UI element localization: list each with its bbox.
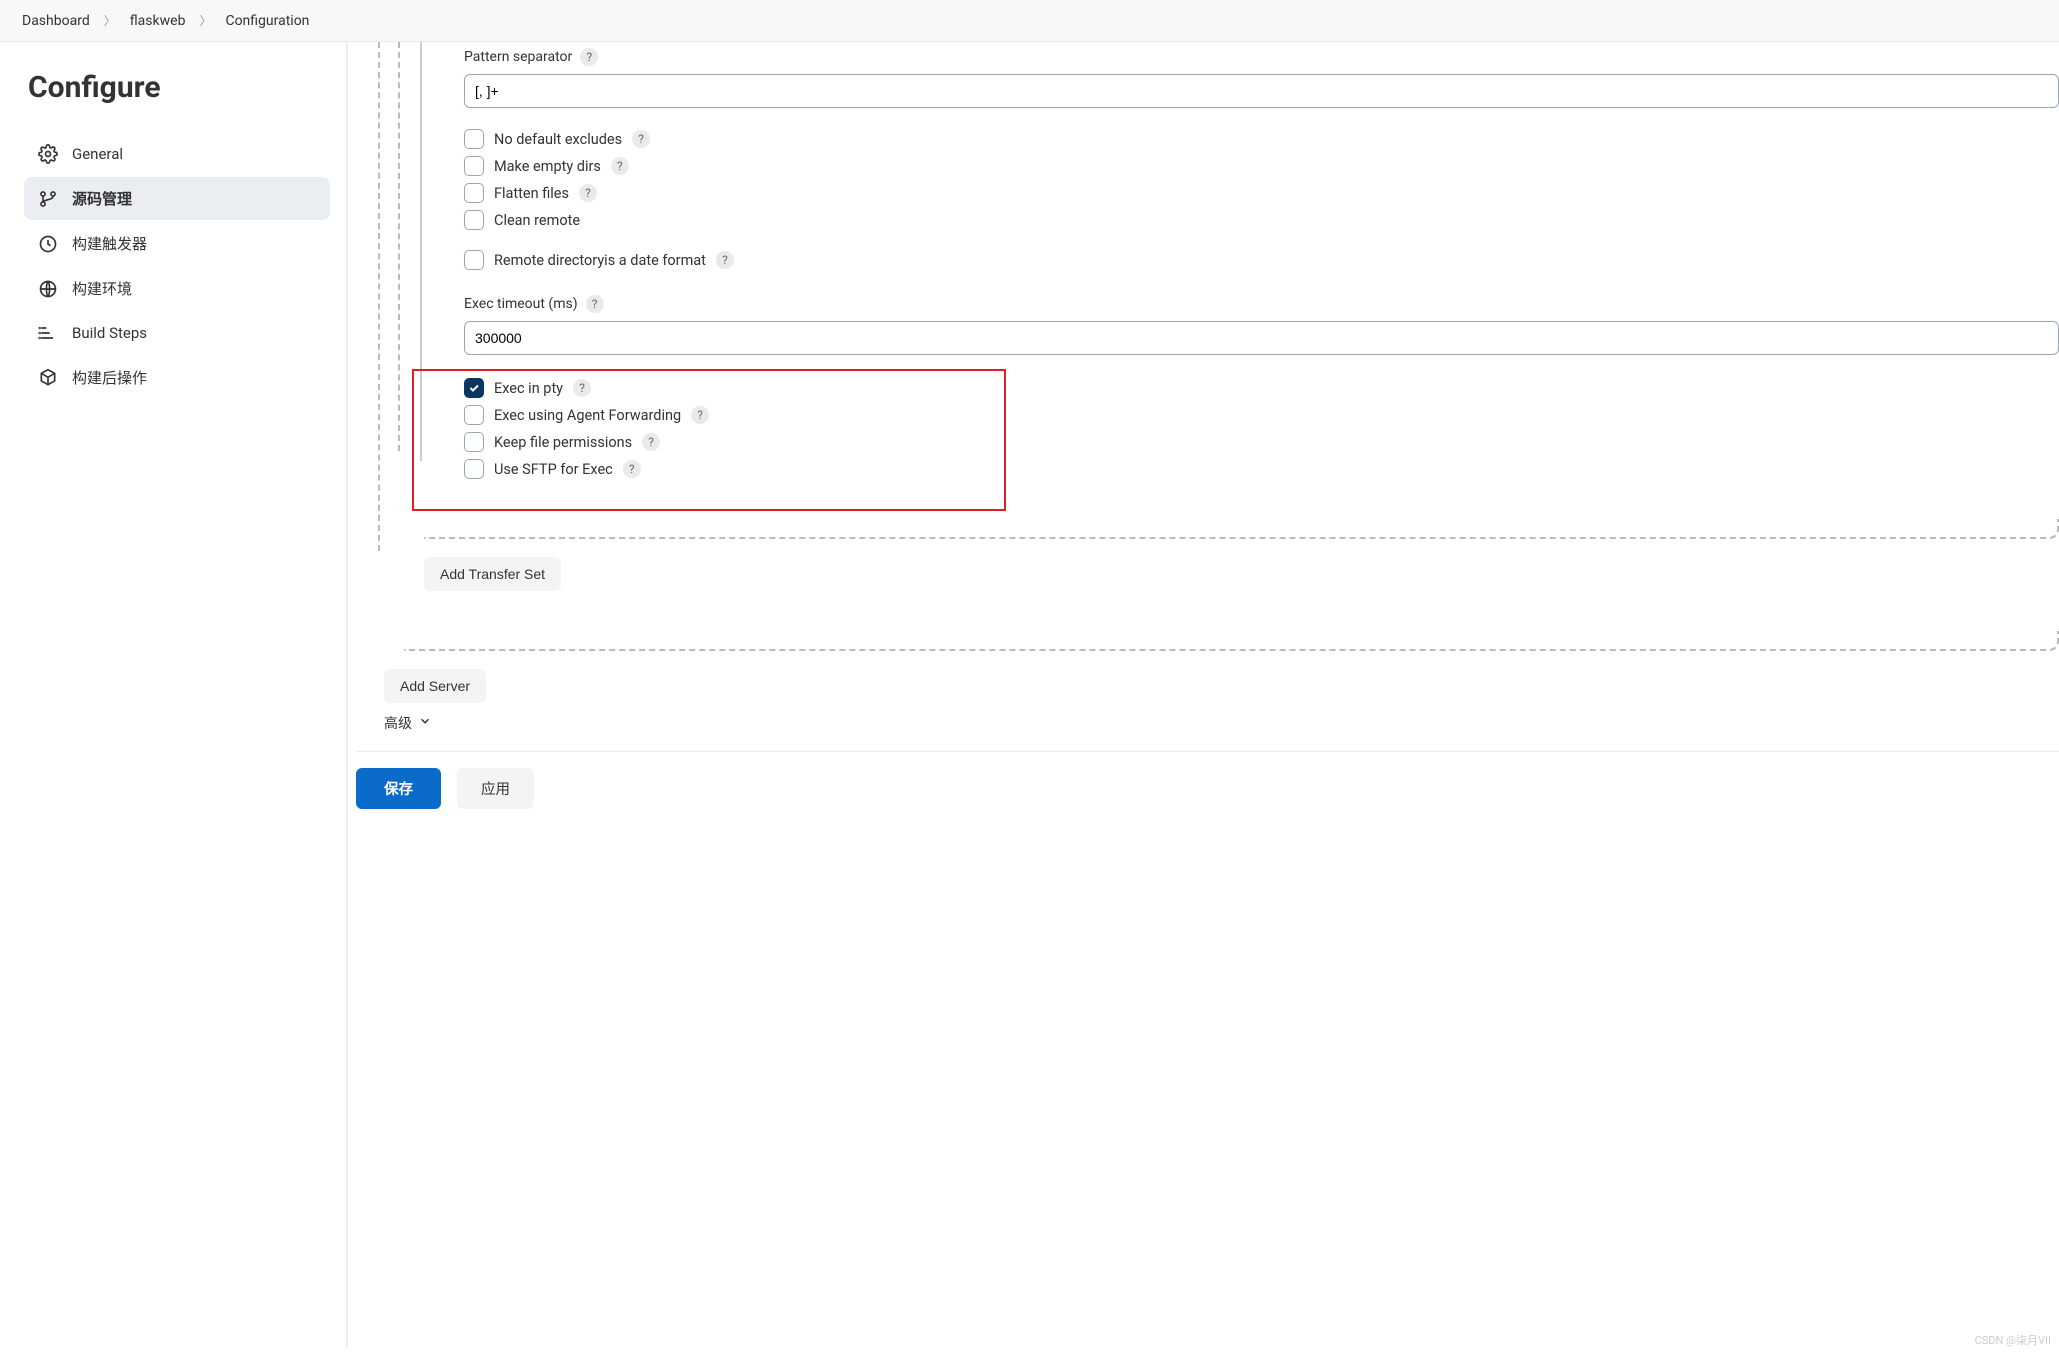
breadcrumb-project[interactable]: flaskweb [130,13,186,29]
add-transfer-set-button[interactable]: Add Transfer Set [424,557,561,591]
breadcrumb-page[interactable]: Configuration [225,13,309,29]
help-icon[interactable]: ? [691,406,709,424]
sidebar-item-label: 源码管理 [72,188,132,209]
checkbox-label: No default excludes [494,131,622,148]
exec-timeout-input[interactable] [464,321,2059,355]
chevron-down-icon [418,714,432,732]
checkbox-label: Keep file permissions [494,434,632,451]
no-default-excludes-checkbox[interactable] [464,129,484,149]
page-title: Configure [28,70,330,105]
help-icon[interactable]: ? [580,48,598,66]
help-icon[interactable]: ? [716,251,734,269]
breadcrumb: Dashboard 〉 flaskweb 〉 Configuration [0,0,2059,42]
sidebar-item-label: 构建后操作 [72,367,147,388]
exec-in-pty-checkbox[interactable] [464,378,484,398]
keep-file-perm-checkbox[interactable] [464,432,484,452]
sidebar-item-label: 构建触发器 [72,233,147,254]
remote-dir-date-checkbox[interactable] [464,250,484,270]
sidebar-item-triggers[interactable]: 构建触发器 [24,222,330,265]
checkbox-label: Exec in pty [494,380,563,397]
pattern-separator-label: Pattern separator ? [464,48,2059,66]
clock-icon [38,234,58,254]
clean-remote-checkbox[interactable] [464,210,484,230]
help-icon[interactable]: ? [642,433,660,451]
sidebar-item-build-steps[interactable]: Build Steps [24,312,330,354]
chevron-right-icon: 〉 [104,12,116,29]
help-icon[interactable]: ? [632,130,650,148]
save-button[interactable]: 保存 [356,768,441,809]
checkbox-label: Clean remote [494,212,580,229]
use-sftp-exec-checkbox[interactable] [464,459,484,479]
tree-line [420,42,422,461]
checkbox-label: Remote directoryis a date format [494,252,706,269]
flatten-files-checkbox[interactable] [464,183,484,203]
exec-timeout-label: Exec timeout (ms) ? [464,295,2059,313]
pattern-separator-input[interactable] [464,74,2059,108]
help-icon[interactable]: ? [586,295,604,313]
sidebar-item-label: Build Steps [72,324,147,342]
tree-line [378,42,380,551]
checkbox-label: Flatten files [494,185,569,202]
globe-icon [38,279,58,299]
sidebar: Configure General 源码管理 构建触发器 构建环境 [0,42,348,1348]
sidebar-item-scm[interactable]: 源码管理 [24,177,330,220]
sidebar-item-label: 构建环境 [72,278,132,299]
help-icon[interactable]: ? [611,157,629,175]
package-icon [38,368,58,388]
checkbox-label: Make empty dirs [494,158,601,175]
git-branch-icon [38,189,58,209]
tree-line [398,42,400,451]
breadcrumb-dashboard[interactable]: Dashboard [22,13,90,29]
help-icon[interactable]: ? [623,460,641,478]
sidebar-item-general[interactable]: General [24,133,330,175]
help-icon[interactable]: ? [579,184,597,202]
advanced-toggle[interactable]: 高级 [384,713,2059,733]
steps-icon [38,323,58,343]
sidebar-item-environment[interactable]: 构建环境 [24,267,330,310]
gear-icon [38,144,58,164]
checkbox-label: Use SFTP for Exec [494,461,613,478]
exec-agent-fwd-checkbox[interactable] [464,405,484,425]
apply-button[interactable]: 应用 [457,768,534,809]
main-content: Pattern separator ? No default excludes … [348,42,2059,1348]
chevron-right-icon: 〉 [199,12,211,29]
sidebar-item-label: General [72,145,123,163]
help-icon[interactable]: ? [573,379,591,397]
sidebar-item-post-build[interactable]: 构建后操作 [24,356,330,399]
watermark: CSDN @柒月VII [1975,1332,2051,1348]
checkbox-label: Exec using Agent Forwarding [494,407,681,424]
make-empty-dirs-checkbox[interactable] [464,156,484,176]
add-server-button[interactable]: Add Server [384,669,486,703]
